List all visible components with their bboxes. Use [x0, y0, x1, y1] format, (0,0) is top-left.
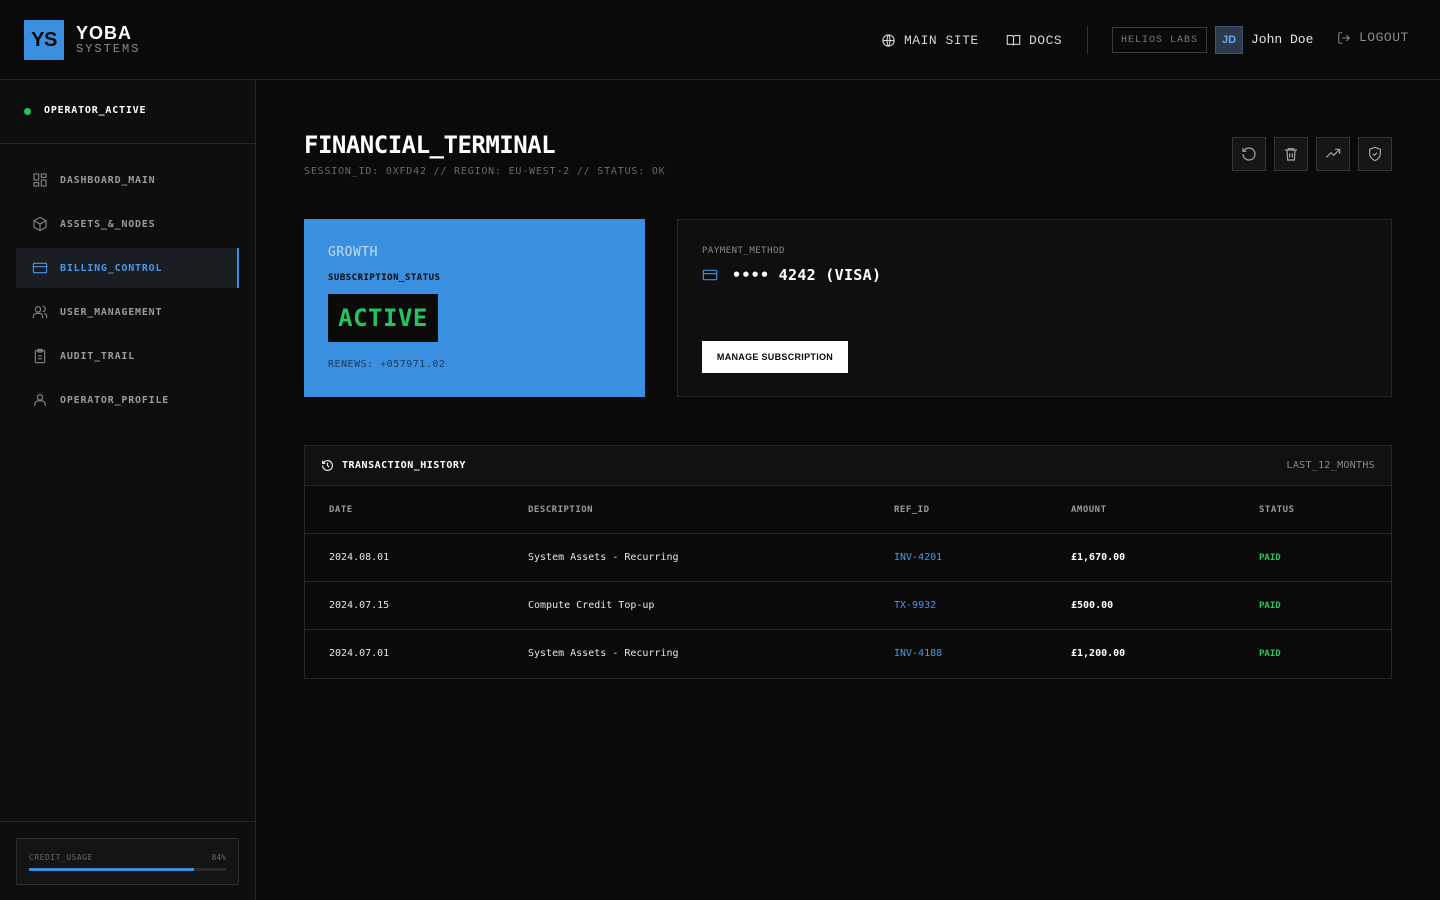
cell-date: 2024.08.01 — [329, 552, 390, 563]
docs-link[interactable]: DOCS — [1006, 30, 1062, 50]
credit-usage-fill — [29, 868, 195, 871]
users-icon — [32, 305, 48, 318]
cell-amount: £1,670.00 — [1071, 552, 1126, 563]
subscription-card: GROWTH SUBSCRIPTION_STATUS ACTIVE RENEWS… — [304, 219, 645, 397]
top-header: YS YOBA SYSTEMS MAIN SITE DOCS HELIOS LA… — [0, 0, 1440, 80]
sidebar-item-label: DASHBOARD_MAIN — [60, 174, 156, 186]
brand-name: YOBA — [76, 23, 133, 43]
shield-check-icon — [1369, 146, 1381, 162]
logout-label: LOGOUT — [1359, 30, 1409, 45]
credit-usage-percent: 84% — [211, 853, 226, 862]
cell-ref-link[interactable]: TX-9932 — [894, 600, 936, 611]
cell-status: PAID — [1259, 649, 1281, 659]
credit-card-icon — [702, 269, 718, 281]
dashboard-icon — [33, 173, 47, 187]
payment-method-card: PAYMENT_METHOD •••• 4242 (VISA) MANAGE S… — [677, 219, 1392, 397]
sidebar-item-audit[interactable]: AUDIT_TRAIL — [16, 336, 239, 376]
column-header-status[interactable]: STATUS — [1259, 505, 1295, 515]
time-range-label[interactable]: LAST_12_MONTHS — [1287, 460, 1376, 471]
clipboard-icon — [34, 348, 46, 364]
cell-description: Compute Credit Top-up — [528, 600, 655, 611]
column-header-ref-id[interactable]: REF_ID — [894, 505, 930, 515]
sidebar-item-label: BILLING_CONTROL — [60, 262, 163, 274]
card-row: •••• 4242 (VISA) — [702, 266, 881, 284]
user-name[interactable]: John Doe — [1251, 31, 1313, 49]
main-site-label: MAIN SITE — [904, 32, 979, 48]
logout-button[interactable]: LOGOUT — [1337, 30, 1409, 45]
payment-method-label: PAYMENT_METHOD — [702, 246, 785, 256]
avatar[interactable]: JD — [1215, 26, 1243, 54]
column-header-amount[interactable]: AMOUNT — [1071, 505, 1107, 515]
page-title: FINANCIAL_TERMINAL — [304, 131, 556, 159]
refresh-button[interactable] — [1232, 137, 1266, 171]
card-number: •••• 4242 (VISA) — [732, 266, 882, 284]
column-header-description[interactable]: DESCRIPTION — [528, 505, 593, 515]
logo-mark[interactable]: YS — [24, 20, 64, 60]
security-button[interactable] — [1358, 137, 1392, 171]
cell-ref-link[interactable]: INV-4188 — [894, 648, 942, 659]
credit-usage-bar — [29, 868, 226, 871]
session-meta: SESSION_ID: 0XFD42 // REGION: EU-WEST-2 … — [304, 166, 666, 177]
header-divider — [1087, 26, 1088, 54]
credit-usage-label: CREDIT_USAGE — [29, 853, 93, 862]
cell-date: 2024.07.01 — [329, 648, 390, 659]
org-badge[interactable]: HELIOS LABS — [1112, 27, 1207, 53]
cell-ref-link[interactable]: INV-4201 — [894, 552, 942, 563]
trash-icon — [1285, 148, 1297, 161]
cell-amount: £1,200.00 — [1071, 648, 1126, 659]
cell-description: System Assets - Recurring — [528, 648, 679, 659]
docs-label: DOCS — [1029, 32, 1063, 48]
cell-amount: £500.00 — [1071, 600, 1114, 611]
trending-up-icon — [1325, 148, 1341, 158]
operator-status-label: OPERATOR_ACTIVE — [44, 105, 147, 116]
sidebar-item-label: AUDIT_TRAIL — [60, 350, 136, 362]
table-row[interactable]: 2024.07.15 Compute Credit Top-up TX-9932… — [305, 582, 1391, 630]
analytics-button[interactable] — [1316, 137, 1350, 171]
credit-usage-section: CREDIT_USAGE 84% — [0, 821, 255, 900]
transaction-history-label: TRANSACTION_HISTORY — [342, 460, 466, 471]
refresh-icon — [1242, 147, 1256, 161]
credit-card-icon — [32, 262, 48, 274]
sidebar-item-label: ASSETS_&_NODES — [60, 218, 156, 230]
status-dot — [24, 108, 31, 115]
sidebar-item-billing[interactable]: BILLING_CONTROL — [16, 248, 239, 288]
table-row[interactable]: 2024.07.01 System Assets - Recurring INV… — [305, 630, 1391, 678]
column-header-date[interactable]: DATE — [329, 505, 353, 515]
sidebar: OPERATOR_ACTIVE DASHBOARD_MAIN ASSETS_&_… — [0, 80, 256, 900]
delete-button[interactable] — [1274, 137, 1308, 171]
plan-name: GROWTH — [328, 245, 378, 260]
credit-usage-card: CREDIT_USAGE 84% — [16, 838, 239, 885]
main-site-link[interactable]: MAIN SITE — [881, 30, 979, 50]
cell-status: PAID — [1259, 601, 1281, 611]
table-row[interactable]: 2024.08.01 System Assets - Recurring INV… — [305, 534, 1391, 582]
subscription-status-label: SUBSCRIPTION_STATUS — [328, 273, 441, 283]
manage-subscription-button[interactable]: MANAGE SUBSCRIPTION — [702, 341, 848, 373]
sidebar-item-users[interactable]: USER_MANAGEMENT — [16, 292, 239, 332]
globe-icon — [882, 33, 895, 47]
cell-description: System Assets - Recurring — [528, 552, 679, 563]
user-icon — [34, 394, 46, 406]
cell-status: PAID — [1259, 553, 1281, 563]
cell-date: 2024.07.15 — [329, 600, 390, 611]
book-icon — [1006, 34, 1021, 46]
table-header: DATE DESCRIPTION REF_ID AMOUNT STATUS — [305, 486, 1391, 534]
transaction-history-header: TRANSACTION_HISTORY LAST_12_MONTHS — [305, 446, 1391, 486]
transaction-history-panel: TRANSACTION_HISTORY LAST_12_MONTHS DATE … — [304, 445, 1392, 679]
renewal-text: RENEWS: +057971.02 — [328, 359, 446, 370]
brand-subtitle: SYSTEMS — [76, 42, 141, 56]
sidebar-item-label: OPERATOR_PROFILE — [60, 394, 170, 406]
sidebar-item-label: USER_MANAGEMENT — [60, 306, 163, 318]
status-badge: ACTIVE — [328, 294, 438, 342]
operator-status: OPERATOR_ACTIVE — [0, 80, 255, 144]
logout-icon — [1338, 31, 1350, 44]
sidebar-item-profile[interactable]: OPERATOR_PROFILE — [16, 380, 239, 420]
sidebar-item-dashboard[interactable]: DASHBOARD_MAIN — [16, 160, 239, 200]
history-icon — [322, 460, 333, 471]
transaction-history-title: TRANSACTION_HISTORY — [321, 459, 466, 472]
cube-icon — [33, 216, 47, 232]
sidebar-item-assets[interactable]: ASSETS_&_NODES — [16, 204, 239, 244]
